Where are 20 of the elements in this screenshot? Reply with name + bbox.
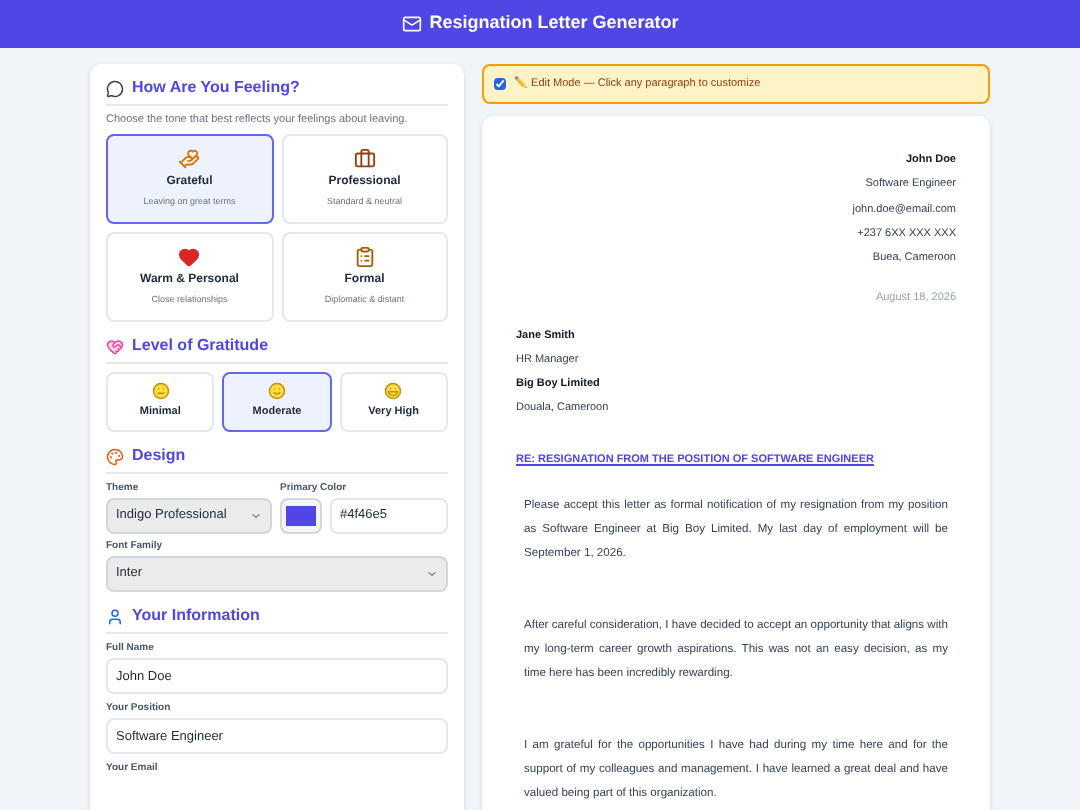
speech-bubble-icon xyxy=(106,79,124,97)
person-icon xyxy=(106,607,124,625)
palette-icon xyxy=(106,447,124,465)
color-picker[interactable] xyxy=(280,498,322,534)
briefcase-icon xyxy=(353,148,376,171)
envelope-icon xyxy=(401,14,422,34)
section-title: Design xyxy=(132,446,186,466)
edit-mode-checkbox[interactable] xyxy=(494,78,506,90)
section-title: How Are You Feeling? xyxy=(132,78,300,98)
section-title: Your Information xyxy=(132,606,260,626)
chevron-icon xyxy=(426,568,438,580)
app-title: Resignation Letter Generator xyxy=(429,10,679,37)
heart-icon xyxy=(178,246,201,269)
hands-icon xyxy=(178,148,201,171)
clipboard-icon xyxy=(353,246,376,269)
smile-icon xyxy=(267,382,286,401)
chevron-icon xyxy=(250,510,262,522)
section-title: Level of Gratitude xyxy=(132,336,269,356)
heart-icon xyxy=(106,337,124,355)
laugh-icon xyxy=(384,382,403,401)
